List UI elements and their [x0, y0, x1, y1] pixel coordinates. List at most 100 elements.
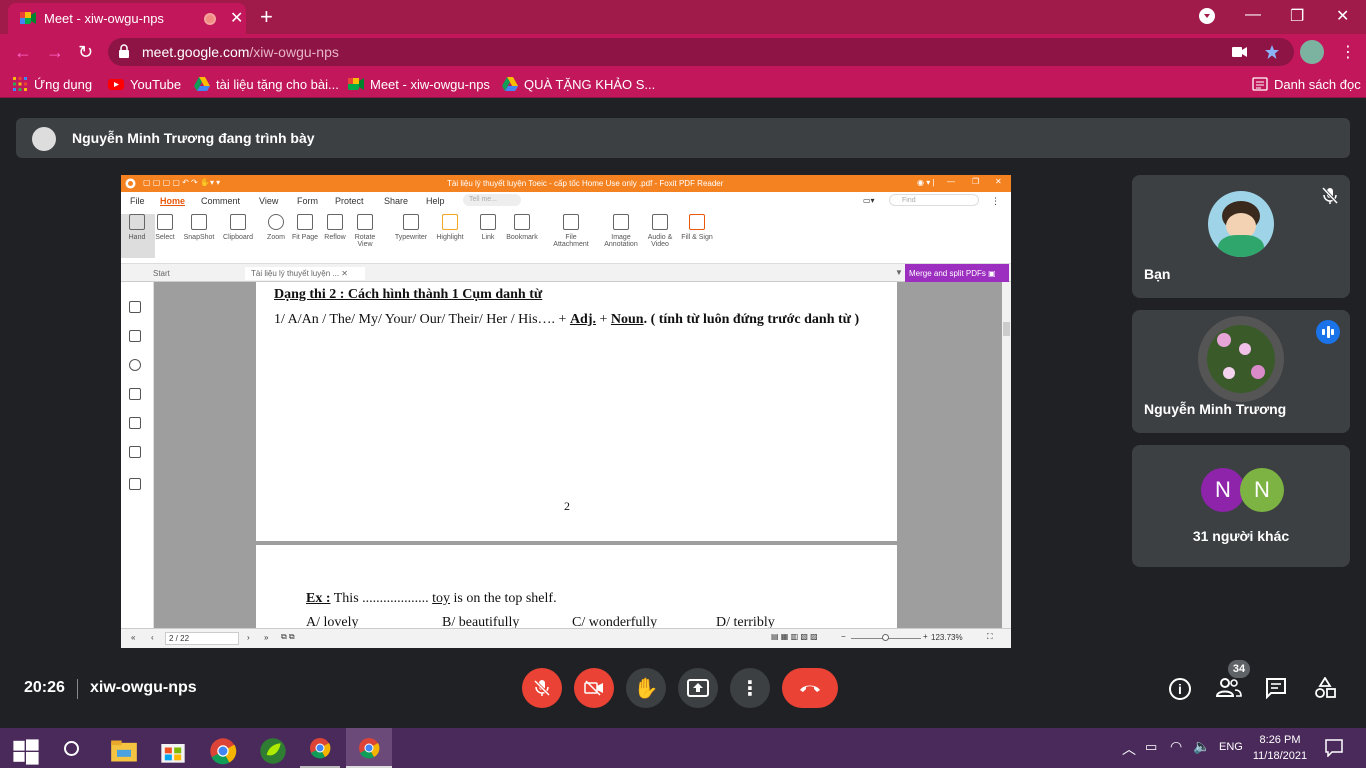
restore-icon[interactable]: ❐	[1290, 6, 1304, 26]
toggle-mic-button[interactable]	[522, 668, 562, 708]
search-circle-icon[interactable]	[64, 741, 79, 756]
reload-icon[interactable]: ↻	[78, 42, 93, 63]
windows-start-icon[interactable]	[12, 738, 40, 766]
zoom-in-icon[interactable]: +	[923, 632, 928, 641]
new-tab-button[interactable]: +	[260, 4, 273, 30]
security-panel-icon[interactable]	[129, 446, 141, 458]
bookmark-apps[interactable]: Ứng dụng	[12, 76, 92, 92]
snapshot-tool[interactable]: SnapShot	[181, 214, 217, 241]
minimize-icon[interactable]: —	[1245, 6, 1261, 24]
page-view-icons[interactable]: ⧉ ⧉	[281, 632, 295, 642]
menu-form[interactable]: Form	[297, 196, 318, 206]
browser-tab-meet[interactable]: Meet - xiw-owgu-nps ✕	[8, 3, 246, 34]
menu-protect[interactable]: Protect	[335, 196, 364, 206]
highlight-tool[interactable]: Highlight	[432, 214, 468, 241]
more-options-button[interactable]: ⋮	[730, 668, 770, 708]
bookmark-star-icon[interactable]	[1264, 44, 1280, 60]
last-page-icon[interactable]: »	[264, 633, 268, 642]
back-arrow-icon[interactable]: ←	[14, 42, 32, 63]
volume-icon[interactable]: 🔈	[1193, 738, 1210, 755]
camera-permission-icon[interactable]	[1232, 45, 1248, 59]
audio-video-tool[interactable]: Audio & Video	[642, 214, 678, 248]
layout-mode-icons[interactable]: ▤ ▦ ▥ ▧ ▨	[771, 632, 818, 641]
meeting-details-info-icon[interactable]: i	[1169, 678, 1191, 700]
chat-button[interactable]	[1265, 677, 1287, 704]
reading-list-button[interactable]: Danh sách đọc	[1252, 76, 1361, 92]
view-options-icon[interactable]: ▭▾	[863, 196, 875, 205]
activities-button[interactable]	[1314, 676, 1336, 704]
taskbar-chrome-profile-2[interactable]	[346, 728, 392, 768]
taskbar-chrome-profile-1[interactable]	[300, 728, 340, 768]
fullscreen-icon[interactable]: ⛶	[987, 632, 993, 642]
battery-icon[interactable]: ▭	[1145, 739, 1157, 755]
menu-view[interactable]: View	[259, 196, 278, 206]
file-explorer-icon[interactable]	[110, 737, 138, 765]
rotate-view-tool[interactable]: Rotate View	[347, 214, 383, 248]
raise-hand-button[interactable]: ✋	[626, 668, 666, 708]
select-tool[interactable]: Select	[147, 214, 183, 241]
typewriter-tool[interactable]: Typewriter	[391, 214, 431, 241]
doc-tab-current[interactable]: Tài liệu lý thuyết luyện ... ✕	[245, 267, 365, 280]
clipboard-tool[interactable]: Clipboard	[220, 214, 256, 241]
wifi-icon[interactable]: ◠	[1170, 738, 1182, 755]
pages-panel-icon[interactable]	[129, 330, 141, 342]
signature-panel-icon[interactable]	[129, 478, 141, 490]
pdf-viewport[interactable]: Dạng thi 2 : Cách hình thành 1 Cụm danh …	[154, 282, 1002, 628]
zoom-out-icon[interactable]: −	[841, 632, 846, 641]
more-options-icon[interactable]: ⋮	[991, 196, 1000, 207]
menu-home[interactable]: Home	[160, 196, 185, 206]
first-page-icon[interactable]: «	[131, 633, 135, 642]
address-bar[interactable]: meet.google.com/xiw-owgu-nps	[108, 38, 1294, 66]
store-icon[interactable]	[159, 737, 187, 765]
image-annotation-tool[interactable]: Image Annotation	[601, 214, 641, 248]
language-indicator[interactable]: ENG	[1219, 741, 1243, 753]
bookmark-drive-2[interactable]: QUÀ TẶNG KHẢO S...	[502, 76, 655, 92]
pdf-vertical-scrollbar[interactable]	[1002, 282, 1011, 628]
tab-search-icon[interactable]	[1199, 8, 1215, 24]
page-number-input[interactable]: 2 / 22	[165, 632, 239, 645]
bookmark-drive-1[interactable]: tài liệu tặng cho bài...	[194, 76, 339, 92]
chrome-menu-icon[interactable]: ⋮	[1340, 42, 1356, 62]
zoom-level[interactable]: 123.73%	[931, 633, 963, 642]
app-leaf-icon[interactable]	[259, 737, 287, 765]
foxit-close-icon[interactable]: ✕	[995, 177, 1002, 186]
leave-call-button[interactable]	[782, 668, 838, 708]
merge-split-pdfs-button[interactable]: Merge and split PDFs ▣	[905, 264, 1009, 282]
menu-file[interactable]: File	[130, 196, 145, 206]
participant-tile-others[interactable]: N N 31 người khác	[1132, 445, 1350, 567]
foxit-minimize-icon[interactable]: —	[947, 177, 955, 186]
bookmark-youtube[interactable]: YouTube	[108, 76, 181, 92]
foxit-restore-icon[interactable]: ❐	[972, 177, 979, 186]
participant-tile-self[interactable]: Bạn	[1132, 175, 1350, 298]
close-window-icon[interactable]: ✕	[1336, 6, 1349, 26]
participant-tile-presenter[interactable]: Nguyễn Minh Trương	[1132, 310, 1350, 433]
link-tool[interactable]: Link	[470, 214, 506, 241]
bookmark-tool[interactable]: Bookmark	[504, 214, 540, 241]
toggle-camera-button[interactable]	[574, 668, 614, 708]
attachments-panel-icon[interactable]	[129, 417, 141, 429]
present-screen-button[interactable]	[678, 668, 718, 708]
menu-help[interactable]: Help	[426, 196, 445, 206]
find-input[interactable]: Find	[889, 194, 979, 206]
taskbar-clock[interactable]: 8:26 PM 11/18/2021	[1252, 732, 1308, 764]
chrome-icon[interactable]	[209, 737, 237, 765]
people-button[interactable]: 34	[1215, 660, 1250, 703]
comments-panel-icon[interactable]	[129, 359, 141, 371]
prev-page-icon[interactable]: ‹	[151, 633, 154, 642]
next-page-icon[interactable]: ›	[247, 633, 250, 642]
close-tab-icon[interactable]: ✕	[230, 8, 243, 28]
foxit-account-icon[interactable]: ◉ ▾ |	[917, 178, 935, 187]
profile-avatar[interactable]	[1300, 40, 1324, 64]
scrollbar-thumb[interactable]	[1003, 322, 1010, 336]
zoom-slider-thumb[interactable]	[882, 634, 889, 641]
forward-arrow-icon[interactable]: →	[46, 42, 64, 63]
menu-share[interactable]: Share	[384, 196, 408, 206]
doc-tab-start[interactable]: Start	[147, 267, 243, 280]
tabs-dropdown-icon[interactable]: ▼	[895, 268, 903, 277]
doc-tab-close-icon[interactable]: ✕	[341, 269, 348, 278]
tell-me-search[interactable]: Tell me...	[463, 194, 521, 206]
layers-panel-icon[interactable]	[129, 388, 141, 400]
fill-sign-tool[interactable]: Fill & Sign	[679, 214, 715, 241]
bookmark-meet[interactable]: Meet - xiw-owgu-nps	[348, 76, 490, 92]
file-attachment-tool[interactable]: File Attachment	[553, 214, 589, 248]
